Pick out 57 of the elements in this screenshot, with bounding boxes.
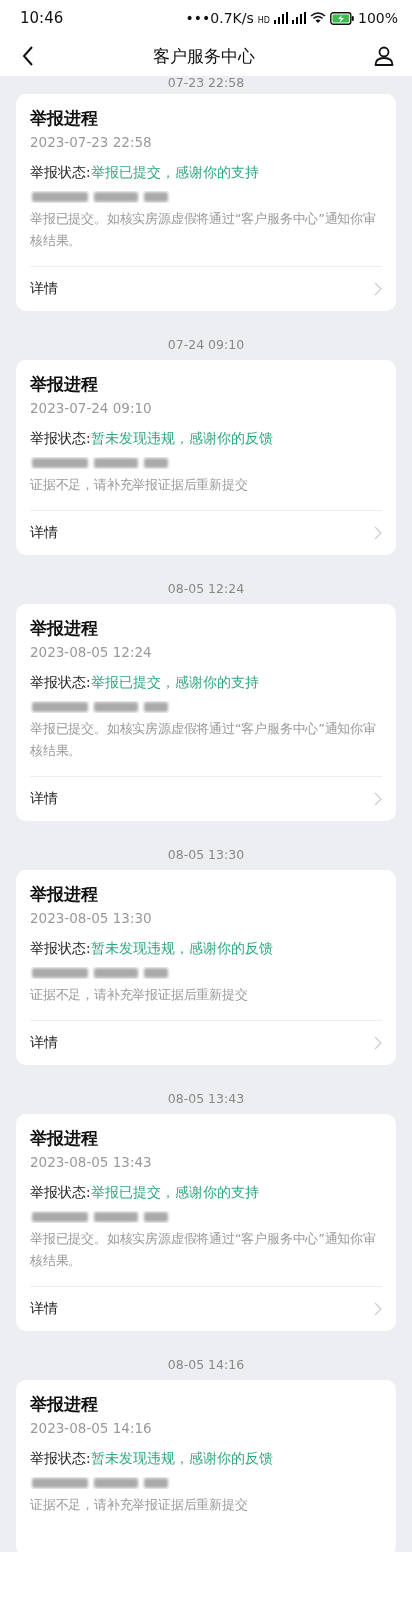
chevron-right-icon [374,526,382,540]
status-label: 举报状态: [30,939,91,958]
report-description: 举报已提交。如核实房源虚假将通过“客户服务中心”通知你审核结果。 [30,1230,377,1270]
report-description: 证据不足，请补充举报证据后重新提交 [30,476,249,494]
status-value: 举报已提交，感谢你的支持 [90,1183,259,1202]
status-value: 举报已提交，感谢你的支持 [90,163,259,182]
status-label: 举报状态: [30,163,91,182]
clock-time: 10:46 [20,9,64,27]
card-title: 举报进程 [30,1393,99,1416]
card-title: 举报进程 [30,883,99,906]
report-time: 2023-08-05 13:30 [30,909,153,928]
status-label: 举报状态: [30,1183,91,1202]
status-value: 暂未发现违规，感谢你的反馈 [90,1449,273,1468]
battery-level: 100% [357,10,398,26]
card-title: 举报进程 [30,617,99,640]
card-title: 举报进程 [30,1127,99,1150]
report-description: 举报已提交。如核实房源虚假将通过“客户服务中心”通知你审核结果。 [30,210,377,250]
card-title: 举报进程 [30,107,99,130]
chevron-right-icon [374,1302,382,1316]
battery-charging-icon [329,11,354,25]
details-row[interactable]: 详情 [30,266,382,311]
network-speed: •••0.7K/s [185,10,254,26]
wifi-icon [309,12,326,24]
chevron-right-icon [374,792,382,806]
date-label: 08-05 12:24 [167,580,245,598]
card-title: 举报进程 [30,373,99,396]
status-label: 举报状态: [30,429,91,448]
status-value: 举报已提交，感谢你的支持 [90,673,259,692]
chevron-right-icon [374,1036,382,1050]
report-time: 2023-08-05 13:43 [30,1153,153,1172]
date-label: 07-23 22:58 [167,76,245,92]
details-row[interactable]: 详情 [30,1020,382,1065]
status-value: 暂未发现违规，感谢你的反馈 [90,429,273,448]
chevron-right-icon [374,282,382,296]
report-time: 2023-07-24 09:10 [30,399,153,418]
report-time: 2023-08-05 14:16 [30,1419,153,1438]
hd-label: HD [257,16,270,25]
signal-icon [291,12,306,24]
user-icon [374,46,394,66]
page-title: 客户服务中心 [153,44,255,68]
status-label: 举报状态: [30,1449,91,1468]
date-label: 08-05 13:30 [167,846,245,864]
report-description: 证据不足，请补充举报证据后重新提交 [30,986,249,1004]
details-row[interactable]: 详情 [30,1286,382,1331]
date-label: 08-05 13:43 [167,1090,245,1108]
back-icon [22,46,34,66]
status-label: 举报状态: [30,673,91,692]
report-time: 2023-07-23 22:58 [30,133,153,152]
date-label: 08-05 14:16 [167,1356,245,1374]
details-row[interactable]: 详情 [30,776,382,821]
details-row[interactable]: 详情 [30,510,382,555]
report-description: 证据不足，请补充举报证据后重新提交 [30,1496,249,1514]
report-time: 2023-08-05 12:24 [30,643,153,662]
report-description: 举报已提交。如核实房源虚假将通过“客户服务中心”通知你审核结果。 [30,720,377,760]
signal-icon [273,12,288,24]
status-value: 暂未发现违规，感谢你的反馈 [90,939,273,958]
date-label: 07-24 09:10 [167,336,245,354]
